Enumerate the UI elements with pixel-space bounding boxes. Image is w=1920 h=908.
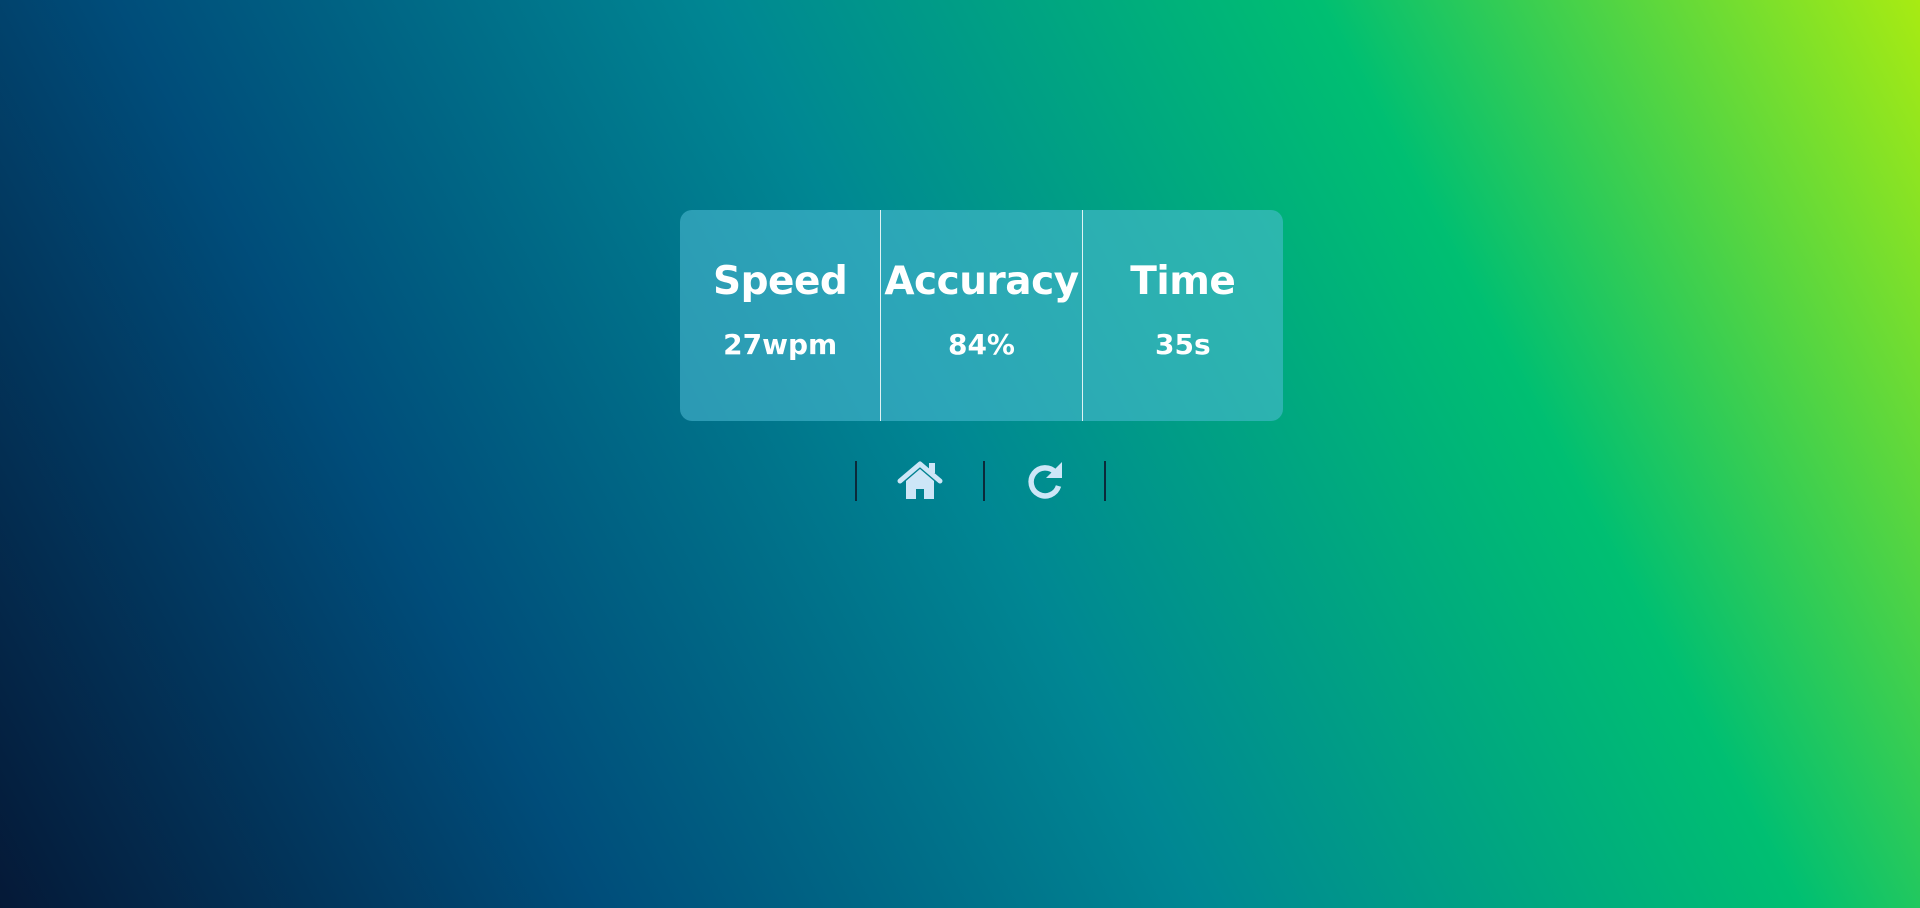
redo-icon <box>1027 462 1062 499</box>
results-card: Speed 27wpm Accuracy 84% Time 35s <box>680 210 1283 421</box>
divider <box>1104 461 1106 501</box>
home-button[interactable] <box>857 460 983 502</box>
time-label: Time <box>1130 259 1236 304</box>
speed-stat: Speed 27wpm <box>680 210 880 421</box>
speed-value: 27wpm <box>723 328 838 361</box>
home-icon <box>897 461 943 499</box>
accuracy-stat: Accuracy 84% <box>880 210 1081 421</box>
accuracy-label: Accuracy <box>884 259 1079 304</box>
restart-button[interactable] <box>985 460 1104 502</box>
time-stat: Time 35s <box>1081 210 1283 421</box>
results-controls <box>855 460 1106 502</box>
accuracy-value: 84% <box>947 328 1015 361</box>
time-value: 35s <box>1155 328 1211 361</box>
speed-label: Speed <box>713 259 848 304</box>
